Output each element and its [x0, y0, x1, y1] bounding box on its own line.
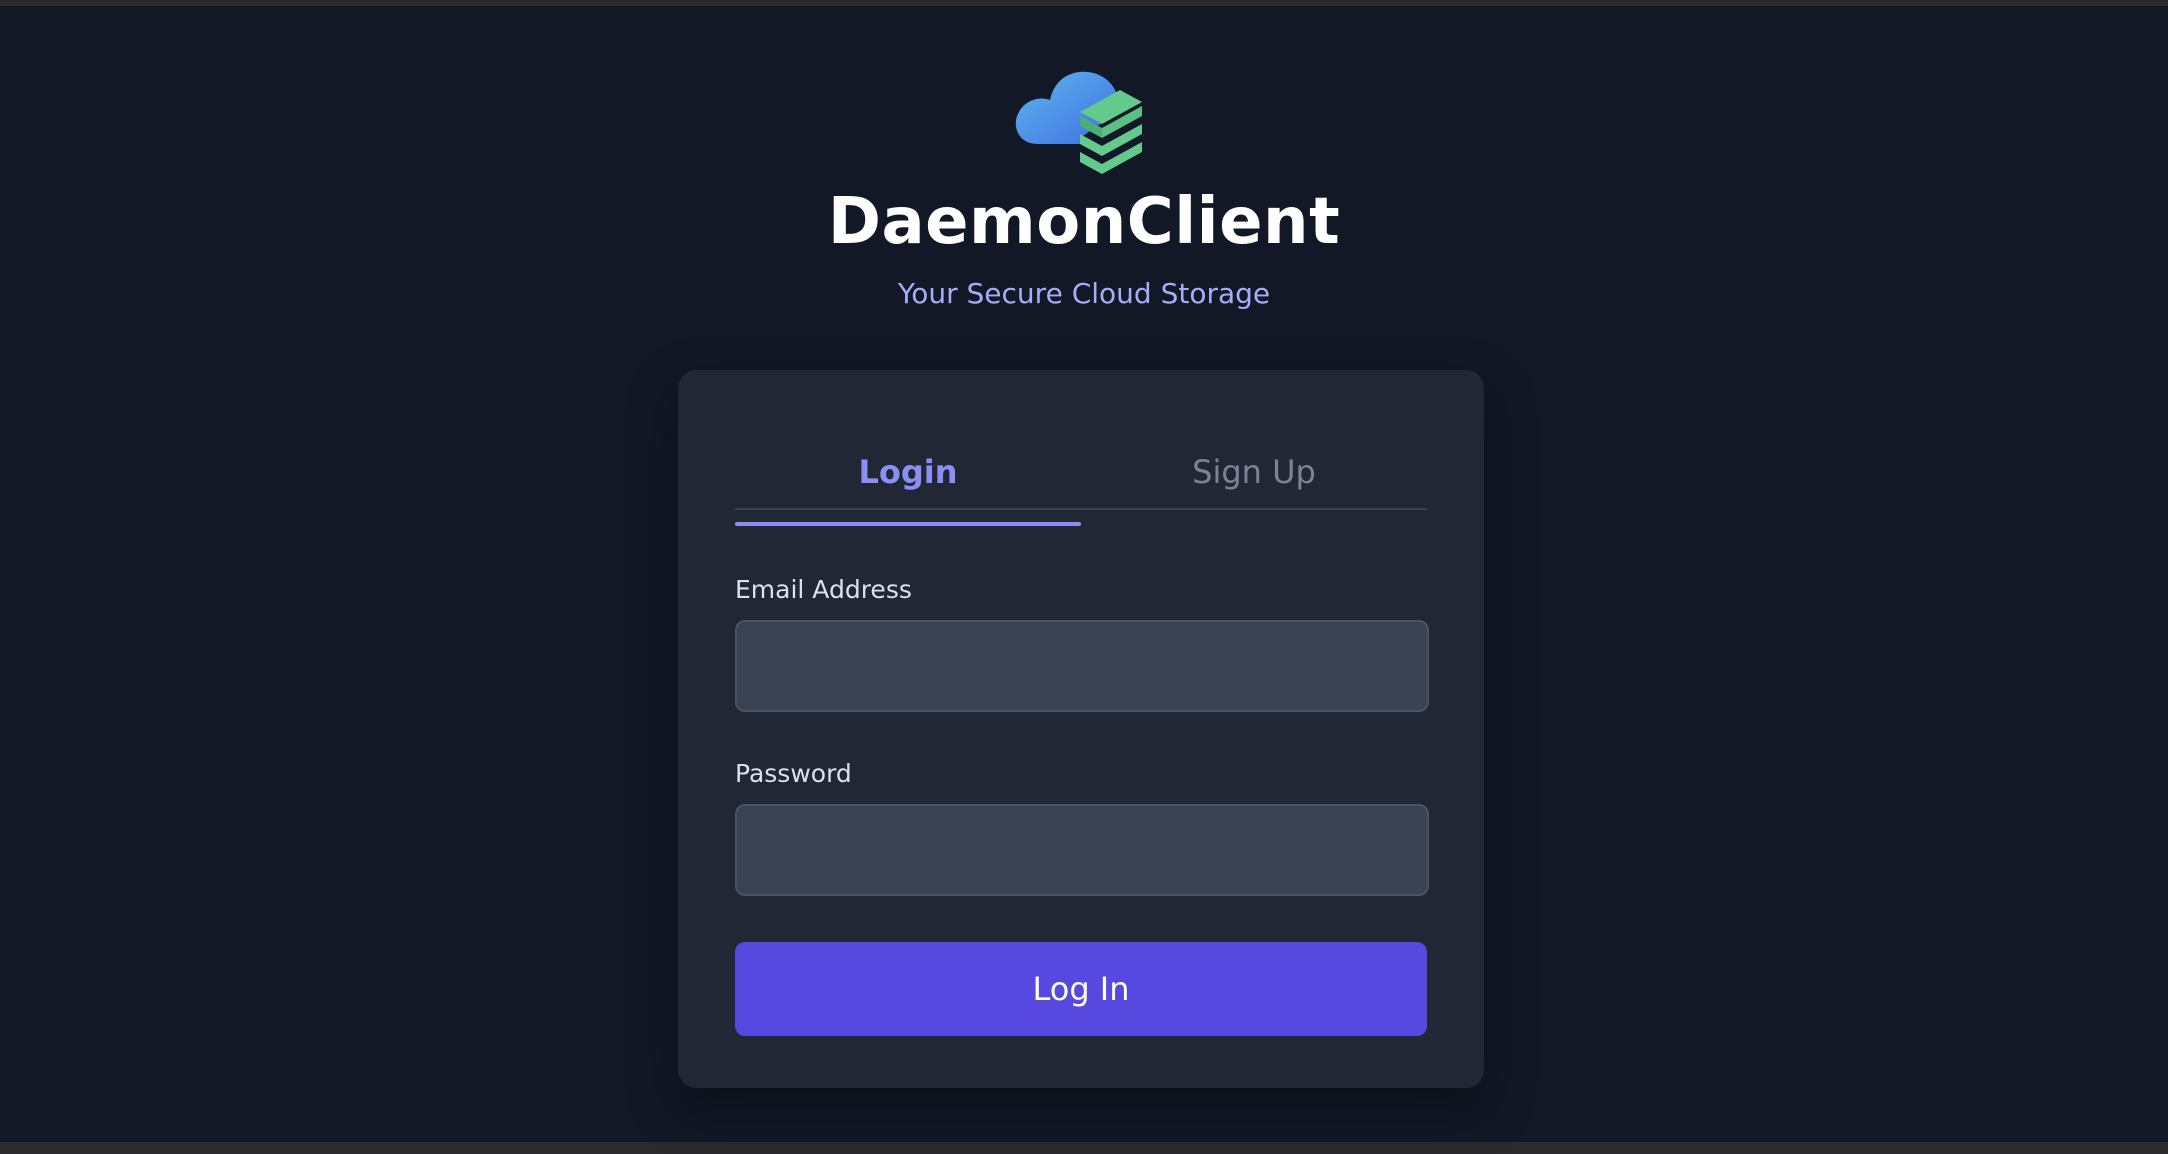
email-label: Email Address	[735, 575, 912, 604]
log-in-button[interactable]: Log In	[735, 942, 1427, 1036]
password-label: Password	[735, 759, 852, 788]
tab-login[interactable]: Login	[735, 448, 1081, 526]
cloud-storage-stack-icon	[1012, 54, 1152, 176]
app-tagline: Your Secure Cloud Storage	[897, 277, 1271, 310]
auth-tabs: Login Sign Up	[735, 448, 1427, 526]
app-window: DaemonClient Your Secure Cloud Storage L…	[0, 6, 2168, 1142]
email-field[interactable]	[735, 620, 1429, 712]
password-field[interactable]	[735, 804, 1429, 896]
auth-card: Login Sign Up Email Address Password Log…	[678, 370, 1484, 1088]
app-title: DaemonClient	[827, 185, 1341, 259]
tab-sign-up[interactable]: Sign Up	[1081, 448, 1427, 508]
